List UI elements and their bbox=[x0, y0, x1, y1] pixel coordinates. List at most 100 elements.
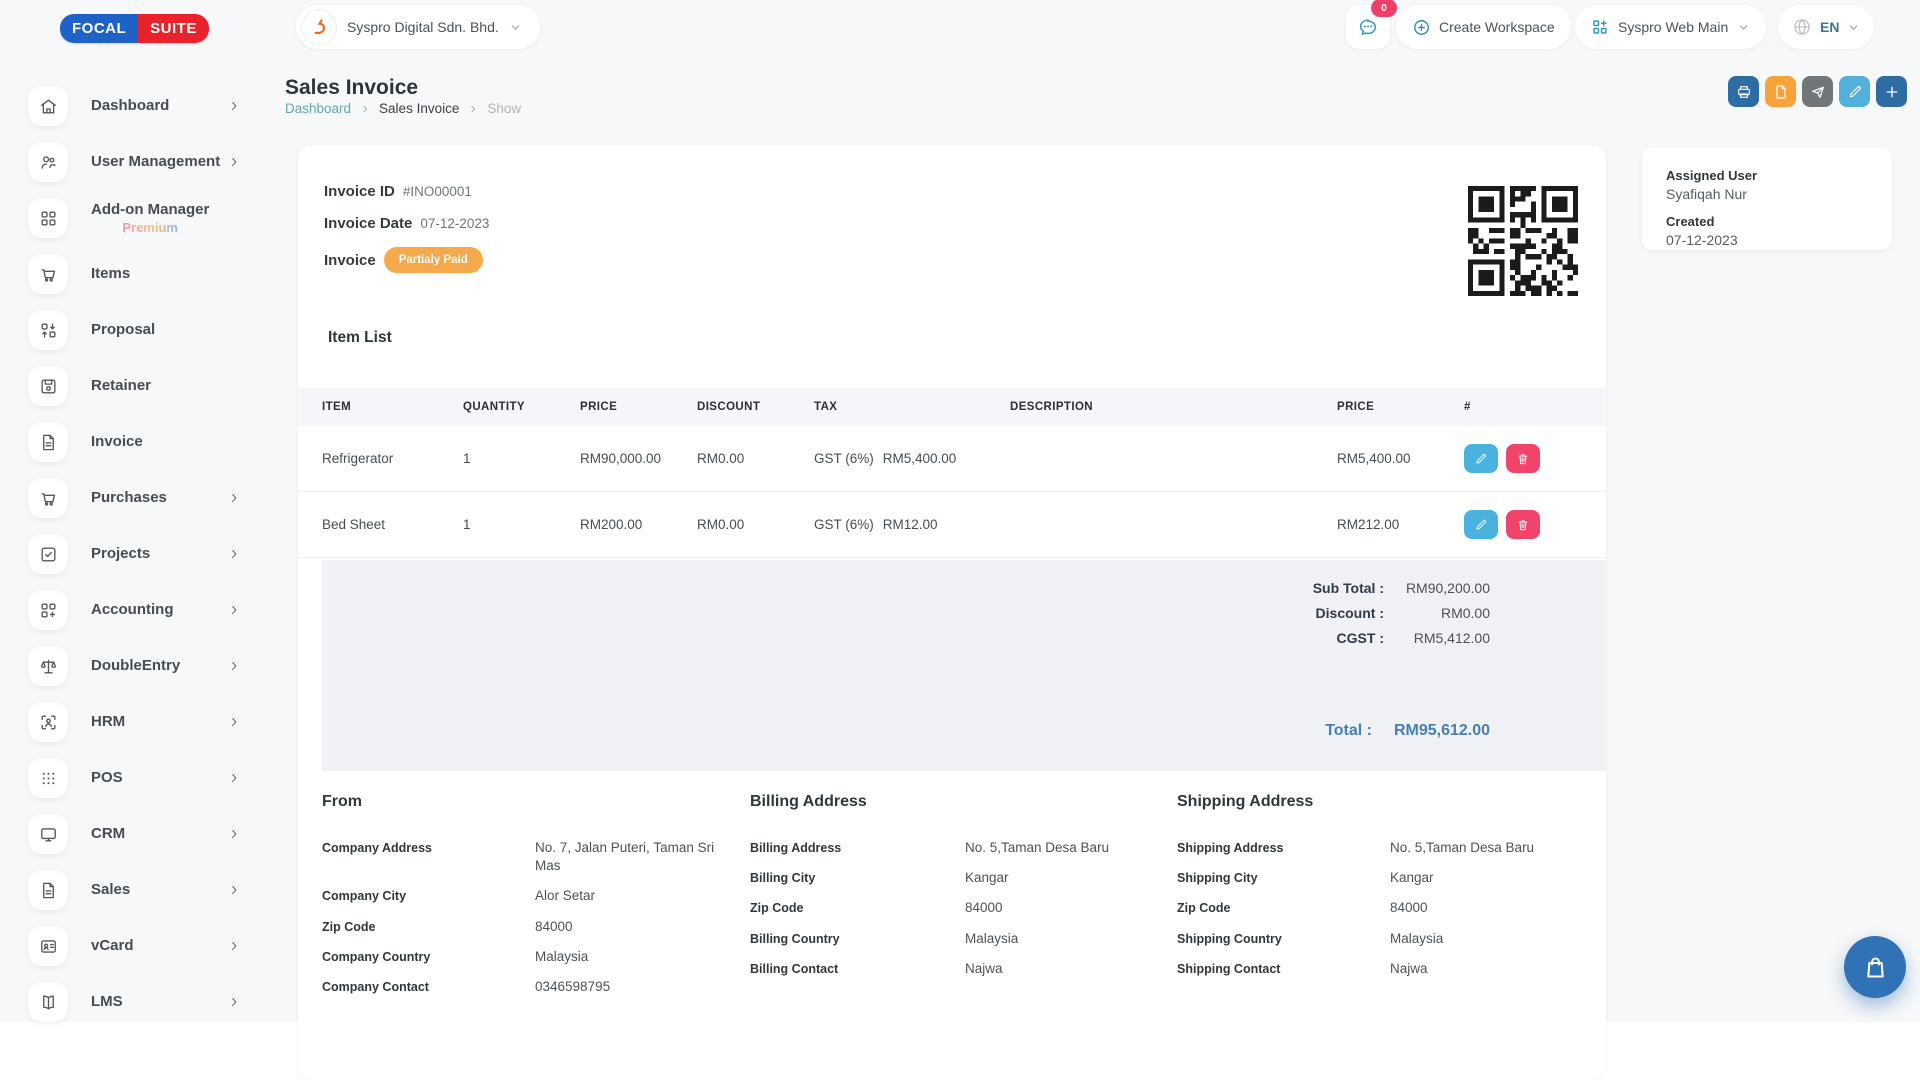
chevron-right-icon bbox=[228, 660, 240, 672]
premium-badge: Premium bbox=[122, 220, 178, 236]
create-workspace-button[interactable]: Create Workspace bbox=[1396, 5, 1571, 49]
invoice-date-label: Invoice Date bbox=[324, 215, 412, 232]
subtotal-value: RM90,200.00 bbox=[1384, 580, 1490, 596]
assigned-user-label: Assigned User bbox=[1666, 168, 1868, 183]
sidebar: DashboardUser ManagementAdd-on ManagerPr… bbox=[28, 86, 240, 1022]
item-table-header: ITEMQUANTITYPRICEDISCOUNTTAXDESCRIPTIONP… bbox=[298, 388, 1606, 426]
cell-item: Bed Sheet bbox=[322, 517, 463, 532]
cell-total: RM212.00 bbox=[1337, 517, 1464, 532]
status-badge: Partialy Paid bbox=[384, 247, 483, 273]
column-header-actions: # bbox=[1464, 401, 1606, 413]
chevron-right-icon bbox=[228, 492, 240, 504]
grid-plus-icon bbox=[39, 601, 58, 620]
chevron-right-icon bbox=[228, 940, 240, 952]
sidebar-item-sales[interactable]: Sales bbox=[28, 870, 240, 910]
qr-code bbox=[1468, 186, 1578, 296]
sidebar-item-label: LMS bbox=[91, 993, 123, 1011]
grid-plus-icon bbox=[1591, 18, 1609, 36]
swap-icon bbox=[28, 310, 68, 350]
chevron-right-icon bbox=[228, 996, 240, 1008]
item-row-bed-sheet: Bed Sheet1RM200.00RM0.00GST (6%)RM12.00R… bbox=[298, 492, 1606, 558]
row-edit-button[interactable] bbox=[1464, 510, 1498, 539]
cart-fab-button[interactable] bbox=[1844, 936, 1906, 998]
sidebar-item-vcard[interactable]: vCard bbox=[28, 926, 240, 966]
sidebar-item-crm[interactable]: CRM bbox=[28, 814, 240, 854]
book-icon bbox=[28, 982, 68, 1022]
sidebar-item-pos[interactable]: POS bbox=[28, 758, 240, 798]
item-table: ITEMQUANTITYPRICEDISCOUNTTAXDESCRIPTIONP… bbox=[298, 388, 1606, 558]
language-code: EN bbox=[1820, 19, 1839, 35]
sidebar-item-proposal[interactable]: Proposal bbox=[28, 310, 240, 350]
sidebar-item-projects[interactable]: Projects bbox=[28, 534, 240, 574]
file-icon bbox=[39, 433, 58, 452]
invoice-id-value: #INO00001 bbox=[403, 184, 472, 199]
address-row-billing-country: Billing CountryMalaysia bbox=[750, 930, 1154, 948]
discount-value: RM0.00 bbox=[1384, 605, 1490, 621]
row-delete-button[interactable] bbox=[1506, 510, 1540, 539]
item-row-refrigerator: Refrigerator1RM90,000.00RM0.00GST (6%)RM… bbox=[298, 426, 1606, 492]
sidebar-item-items[interactable]: Items bbox=[28, 254, 240, 294]
sidebar-item-label: Sales bbox=[91, 881, 130, 899]
chat-icon bbox=[1357, 16, 1379, 38]
cgst-label: CGST : bbox=[1337, 630, 1384, 646]
document-button[interactable] bbox=[1765, 76, 1796, 107]
row-actions bbox=[1464, 510, 1606, 539]
sidebar-item-add-on-manager[interactable]: Add-on ManagerPremium bbox=[28, 198, 240, 238]
sidebar-item-label: vCard bbox=[91, 937, 134, 955]
shipping-title: Shipping Address bbox=[1177, 793, 1597, 811]
print-button[interactable] bbox=[1728, 76, 1759, 107]
sidebar-item-label: POS bbox=[91, 769, 123, 787]
address-row-company-country: Company CountryMalaysia bbox=[322, 948, 726, 966]
subtotal-label: Sub Total : bbox=[1313, 580, 1384, 596]
sidebar-item-hrm[interactable]: HRM bbox=[28, 702, 240, 742]
edit-button[interactable] bbox=[1839, 76, 1870, 107]
users-icon bbox=[39, 153, 58, 172]
scales-icon bbox=[28, 646, 68, 686]
workspace-selector[interactable]: Syspro Digital Sdn. Bhd. bbox=[296, 5, 540, 49]
sidebar-item-user-management[interactable]: User Management bbox=[28, 142, 240, 182]
add-button[interactable] bbox=[1876, 76, 1907, 107]
send-button[interactable] bbox=[1802, 76, 1833, 107]
chevron-right-icon bbox=[228, 884, 240, 896]
grand-total: Total : RM95,612.00 bbox=[1325, 722, 1490, 740]
sidebar-item-retainer[interactable]: Retainer bbox=[28, 366, 240, 406]
monitor-icon bbox=[28, 814, 68, 854]
total-label: Total : bbox=[1325, 722, 1372, 740]
sidebar-item-purchases[interactable]: Purchases bbox=[28, 478, 240, 518]
sidebar-item-accounting[interactable]: Accounting bbox=[28, 590, 240, 630]
app-menu-selector[interactable]: Syspro Web Main bbox=[1575, 5, 1766, 49]
shipping-address-block: Shipping Address Shipping AddressNo. 5,T… bbox=[1177, 793, 1597, 978]
person-scan-icon bbox=[28, 702, 68, 742]
logo-suite: SUITE bbox=[138, 14, 209, 43]
cell-price: RM90,000.00 bbox=[580, 451, 697, 466]
sidebar-item-doubleentry[interactable]: DoubleEntry bbox=[28, 646, 240, 686]
chevron-right-icon bbox=[228, 156, 240, 168]
address-row-zip-code: Zip Code84000 bbox=[750, 899, 1154, 917]
breadcrumb-dashboard[interactable]: Dashboard bbox=[285, 101, 351, 116]
dots-grid-icon bbox=[39, 769, 58, 788]
row-delete-button[interactable] bbox=[1506, 444, 1540, 473]
sidebar-item-label: Purchases bbox=[91, 489, 167, 507]
column-header-quantity: QUANTITY bbox=[463, 401, 580, 413]
sidebar-item-label: Items bbox=[91, 265, 130, 283]
sidebar-item-label: Add-on Manager bbox=[91, 201, 209, 219]
sidebar-item-label: User Management bbox=[91, 153, 220, 171]
pencil-icon bbox=[1474, 452, 1488, 466]
sidebar-item-invoice[interactable]: Invoice bbox=[28, 422, 240, 462]
grid-icon bbox=[28, 198, 68, 238]
sidebar-item-dashboard[interactable]: Dashboard bbox=[28, 86, 240, 126]
sidebar-item-lms[interactable]: LMS bbox=[28, 982, 240, 1022]
monitor-icon bbox=[39, 825, 58, 844]
address-row-company-contact: Company Contact0346598795 bbox=[322, 978, 726, 996]
address-row-billing-address: Billing AddressNo. 5,Taman Desa Baru bbox=[750, 839, 1154, 857]
chevron-right-icon bbox=[228, 492, 240, 504]
billing-address-block: Billing Address Billing AddressNo. 5,Tam… bbox=[750, 793, 1154, 978]
language-selector[interactable]: EN bbox=[1778, 5, 1874, 49]
chevron-right-icon bbox=[228, 716, 240, 728]
breadcrumb-sales-invoice[interactable]: Sales Invoice bbox=[379, 101, 459, 116]
address-row-shipping-address: Shipping AddressNo. 5,Taman Desa Baru bbox=[1177, 839, 1597, 857]
home-icon bbox=[39, 97, 58, 116]
chevron-right-icon bbox=[228, 884, 240, 896]
row-edit-button[interactable] bbox=[1464, 444, 1498, 473]
chat-button[interactable]: 0 bbox=[1346, 5, 1390, 49]
